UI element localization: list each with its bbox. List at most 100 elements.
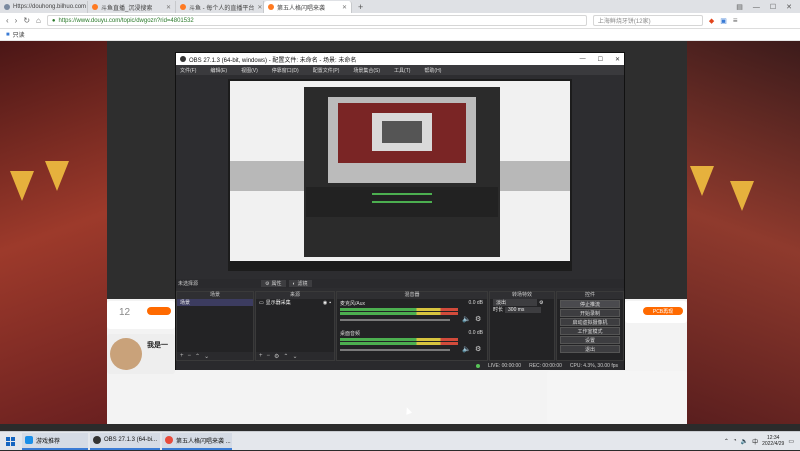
- move-up-icon[interactable]: ⌃: [195, 353, 200, 360]
- mixer-channel-desktop: 桌面音频 0.0 dB 🔈 ⚙: [337, 329, 487, 359]
- avatar[interactable]: [110, 338, 142, 370]
- settings-icon[interactable]: ⚙: [539, 300, 543, 306]
- move-down-icon[interactable]: ⌄: [204, 353, 209, 360]
- menu-scene-collection[interactable]: 场景集合(S): [353, 67, 380, 74]
- lock-icon[interactable]: ▪: [329, 300, 331, 306]
- ime-icon[interactable]: 中: [752, 437, 758, 446]
- source-item[interactable]: ▭ 显示器采集 ◉ ▪: [256, 299, 334, 307]
- browser-tab-3[interactable]: 斗鱼 - 每个人的直播平台 ✕: [176, 1, 264, 13]
- maximize-icon[interactable]: ☐: [770, 3, 776, 11]
- network-icon[interactable]: ◔: [733, 438, 737, 444]
- minimize-icon[interactable]: —: [580, 56, 586, 63]
- nested-taskbar: [230, 261, 570, 269]
- taskbar-item-browser[interactable]: 第五人格闪唱来袭 ...: [162, 432, 232, 450]
- new-tab-button[interactable]: +: [352, 1, 369, 13]
- bookmark-label[interactable]: 只读: [13, 30, 25, 39]
- settings-button[interactable]: 设置: [560, 336, 620, 344]
- menu-view[interactable]: 视图(V): [241, 67, 258, 74]
- browser-tab-4[interactable]: 第五人格闪唱来袭 ✕: [264, 1, 352, 13]
- search-field[interactable]: 上海鲜烧牙饼(12家): [592, 15, 703, 26]
- obs-status-bar: LIVE: 00:00:00 REC: 00:00:00 CPU: 4.3%, …: [176, 361, 624, 370]
- tab-title: 第五人格闪唱来袭: [277, 5, 326, 12]
- taskbar-item-obs[interactable]: OBS 27.1.3 (64-bi...: [90, 432, 160, 450]
- remove-icon[interactable]: −: [267, 353, 271, 359]
- channel-name: 麦克风/Aux: [340, 301, 366, 307]
- volume-icon[interactable]: 🔈: [741, 438, 748, 445]
- transition-select[interactable]: 淡出: [493, 299, 537, 306]
- right-card[interactable]: PCB再现: [625, 301, 687, 323]
- app-icon: [25, 436, 33, 444]
- windows-logo-icon: [5, 436, 15, 446]
- sources-dock: 来源 ▭ 显示器采集 ◉ ▪ + − ⚙ ⌃ ⌄: [255, 291, 335, 361]
- menu-docks[interactable]: 停靠窗口(D): [272, 67, 299, 74]
- scene-item[interactable]: 场景: [177, 299, 253, 306]
- browser-tab-2[interactable]: 斗鱼直播_沉浸搜索 ✕: [88, 1, 176, 13]
- browser-tab-1[interactable]: Https://douhong.bilhuo.com ✕: [0, 1, 88, 13]
- menu-icon[interactable]: ▤: [736, 3, 743, 11]
- windows-taskbar: 游戏推荐 OBS 27.1.3 (64-bi... 第五人格闪唱来袭 ... ⌃…: [0, 431, 800, 450]
- duration-input[interactable]: 300 ms: [505, 306, 542, 313]
- menu-file[interactable]: 文件(F): [180, 67, 196, 74]
- extension-icon[interactable]: ▣: [720, 17, 727, 25]
- pcb-button[interactable]: PCB再现: [643, 307, 683, 315]
- volume-slider[interactable]: [340, 349, 450, 351]
- exit-button[interactable]: 退出: [560, 345, 620, 353]
- studio-mode-button[interactable]: 工作室模式: [560, 327, 620, 335]
- start-recording-button[interactable]: 开始录制: [560, 309, 620, 317]
- extension-icon[interactable]: ◆: [709, 17, 714, 25]
- speaker-icon[interactable]: 🔈: [462, 315, 471, 323]
- forward-icon[interactable]: ›: [15, 16, 18, 25]
- live-time: LIVE: 00:00:00: [488, 362, 522, 369]
- close-icon[interactable]: ✕: [166, 4, 171, 11]
- source-label: 显示器采集: [265, 300, 291, 306]
- settings-icon[interactable]: ⚙: [475, 345, 481, 353]
- nested-stage-capture: [338, 103, 466, 163]
- notification-icon[interactable]: ▭: [788, 438, 794, 445]
- tab-favicon: [92, 4, 98, 10]
- decoration: [690, 166, 714, 196]
- follow-button[interactable]: [147, 307, 171, 315]
- reload-icon[interactable]: ↻: [23, 16, 30, 25]
- url-field[interactable]: ● https://www.douyu.com/topic/dwgozn?rid…: [46, 15, 587, 26]
- obs-preview[interactable]: [228, 79, 572, 271]
- remove-icon[interactable]: −: [188, 353, 192, 359]
- maximize-icon[interactable]: ☐: [598, 56, 603, 63]
- mixer-channel-mic: 麦克风/Aux 0.0 dB 🔈 ⚙: [337, 299, 487, 329]
- close-icon[interactable]: ✕: [615, 56, 620, 63]
- menu-tools[interactable]: 工具(T): [394, 67, 410, 74]
- taskbar-label: OBS 27.1.3 (64-bi...: [104, 437, 158, 443]
- close-window-icon[interactable]: ✕: [786, 3, 792, 11]
- move-up-icon[interactable]: ⌃: [283, 353, 288, 360]
- page-left-banner: [0, 41, 107, 424]
- obs-menu-bar: 文件(F) 编辑(E) 视图(V) 停靠窗口(D) 配置文件(P) 场景集合(S…: [176, 65, 624, 75]
- menu-help[interactable]: 帮助(H): [424, 67, 441, 74]
- back-icon[interactable]: ‹: [6, 16, 9, 25]
- clock[interactable]: 12:34 2022/4/29: [762, 435, 784, 447]
- stop-streaming-button[interactable]: 停止推流: [560, 300, 620, 308]
- properties-button[interactable]: ⚙ 属性: [261, 280, 286, 287]
- taskbar-label: 第五人格闪唱来袭 ...: [176, 438, 231, 445]
- home-icon[interactable]: ⌂: [36, 16, 41, 25]
- add-icon[interactable]: +: [180, 353, 184, 359]
- minimize-icon[interactable]: —: [753, 4, 760, 11]
- close-icon[interactable]: ✕: [257, 4, 262, 11]
- move-down-icon[interactable]: ⌄: [292, 353, 297, 360]
- menu-edit[interactable]: 编辑(E): [210, 67, 227, 74]
- add-icon[interactable]: +: [259, 353, 263, 359]
- speaker-icon[interactable]: 🔈: [462, 345, 471, 353]
- filters-button[interactable]: ◐ 滤镜: [288, 280, 312, 287]
- virtual-camera-button[interactable]: 启动虚拟摄像机: [560, 318, 620, 326]
- visibility-icon[interactable]: ◉: [323, 300, 327, 306]
- close-icon[interactable]: ✕: [342, 4, 347, 11]
- settings-icon[interactable]: ⚙: [475, 315, 481, 323]
- channel-name: 桌面音频: [340, 331, 361, 337]
- tab-title: Https://douhong.bilhuo.com: [13, 4, 87, 10]
- menu-icon[interactable]: ≡: [733, 16, 738, 25]
- start-button[interactable]: [0, 432, 20, 451]
- taskbar-item-game[interactable]: 游戏推荐: [22, 432, 88, 450]
- settings-icon[interactable]: ⚙: [274, 353, 279, 360]
- menu-profile[interactable]: 配置文件(P): [313, 67, 340, 74]
- tray-expand-icon[interactable]: ⌃: [724, 438, 729, 445]
- follow-card[interactable]: 12: [107, 301, 175, 329]
- volume-slider[interactable]: [340, 319, 450, 321]
